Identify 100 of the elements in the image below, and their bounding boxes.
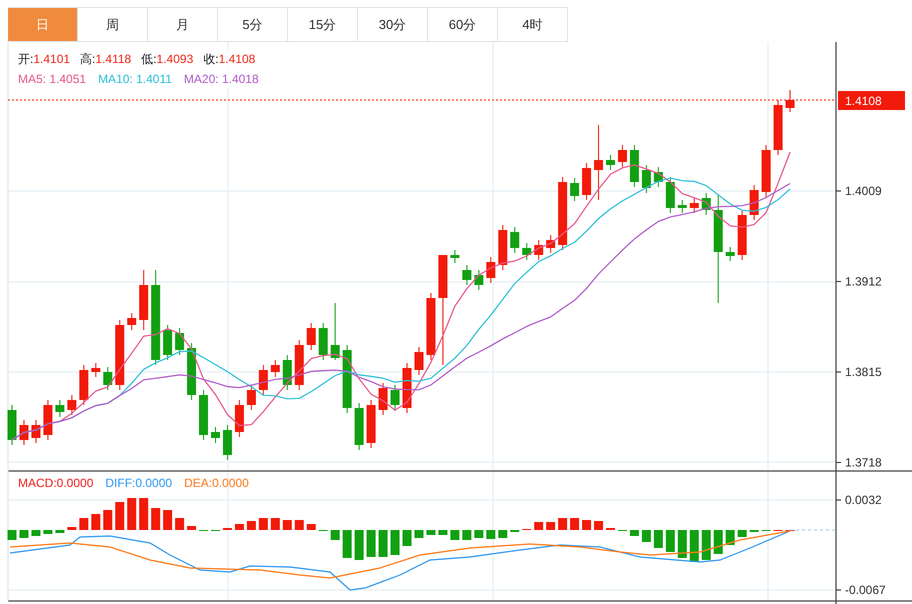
- macd-bar: [330, 530, 340, 540]
- macd-bar: [163, 510, 172, 530]
- candlestick: [294, 340, 304, 390]
- macd-bar: [546, 522, 556, 530]
- macd-bar: [630, 530, 639, 536]
- macd-bar: [534, 522, 544, 530]
- price-axis-label: 1.3912: [845, 274, 882, 288]
- macd-bar: [402, 530, 412, 546]
- macd-bar: [19, 530, 28, 538]
- candlestick: [187, 342, 196, 400]
- macd-bar: [103, 510, 112, 530]
- candlestick: [103, 366, 112, 390]
- macd-bar: [306, 524, 316, 530]
- macd-value: DEA:0.0000: [184, 475, 249, 492]
- candlestick: [211, 426, 220, 444]
- timeframe-tab[interactable]: 30分: [358, 7, 428, 42]
- macd-bar: [450, 530, 460, 540]
- macd-bar: [139, 498, 148, 530]
- candlestick: [750, 184, 759, 220]
- candlestick: [258, 364, 268, 396]
- candlestick: [354, 402, 364, 450]
- macd-axis-label: -0.0067: [845, 583, 886, 597]
- macd-bar: [474, 530, 484, 538]
- macd-bar: [354, 530, 364, 560]
- macd-bar: [594, 521, 604, 530]
- macd-bar: [654, 530, 663, 548]
- macd-bar: [294, 520, 304, 530]
- candlestick: [342, 344, 352, 414]
- macd-bar: [246, 521, 256, 530]
- candlestick: [91, 362, 100, 378]
- candlestick: [582, 162, 592, 200]
- candlestick: [270, 360, 280, 378]
- candlestick: [234, 400, 244, 438]
- macd-bar: [91, 514, 100, 530]
- candlestick: [175, 328, 184, 356]
- moving-average-value: MA10: 1.4011: [98, 71, 172, 88]
- quote-value: 收:1.4108: [203, 51, 256, 68]
- timeframe-tab[interactable]: 4时: [498, 7, 568, 42]
- macd-bar: [258, 518, 268, 530]
- macd-bar: [79, 518, 88, 530]
- price-axis-label: 1.4009: [845, 184, 882, 198]
- price-axis-label: 1.3718: [845, 456, 882, 470]
- macd-bar: [55, 530, 64, 533]
- macd-value: DIFF:0.0000: [105, 475, 172, 492]
- macd-bar: [570, 518, 580, 530]
- candlestick: [450, 250, 460, 264]
- macd-bar: [582, 520, 592, 530]
- macd-bar: [378, 530, 388, 557]
- candlestick: [282, 354, 292, 390]
- candlestick: [139, 270, 148, 330]
- macd-bar: [31, 530, 40, 536]
- quote-value: 低:1.4093: [141, 51, 194, 68]
- macd-bar: [486, 530, 496, 539]
- macd-bar: [390, 530, 400, 555]
- candlestick: [570, 178, 580, 202]
- price-axis-label: 1.3815: [845, 365, 882, 379]
- candlestick: [666, 176, 675, 214]
- candlestick: [630, 144, 639, 188]
- candlestick: [402, 362, 412, 414]
- candlestick: [546, 234, 556, 254]
- candlestick: [366, 400, 376, 448]
- macd-bar: [642, 530, 651, 542]
- candlestick: [246, 384, 256, 410]
- moving-average-value: MA5: 1.4051: [18, 71, 86, 88]
- macd-bar: [67, 527, 76, 530]
- macd-bar: [342, 530, 352, 558]
- candlestick: [199, 390, 208, 440]
- candlestick: [606, 154, 615, 170]
- timeframe-tab[interactable]: 周: [78, 7, 148, 42]
- candlestick: [390, 384, 400, 410]
- quote-value: 高:1.4118: [80, 51, 132, 68]
- candlestick: [414, 346, 424, 376]
- macd-bar: [678, 530, 687, 558]
- macd-bar: [714, 530, 723, 554]
- current-price-label: 1.4108: [845, 94, 882, 108]
- candlestick: [318, 322, 328, 360]
- candlestick: [702, 192, 711, 216]
- candlestick: [306, 322, 316, 350]
- candlestick: [618, 144, 627, 168]
- candlestick: [690, 198, 699, 214]
- candlestick: [330, 302, 340, 360]
- macd-bar: [462, 530, 472, 540]
- timeframe-tab[interactable]: 15分: [288, 7, 358, 42]
- timeframe-tab[interactable]: 月: [148, 7, 218, 42]
- macd-bar: [690, 530, 699, 562]
- candlestick: [654, 166, 663, 188]
- macd-bar: [738, 530, 747, 537]
- macd-bar: [726, 530, 735, 545]
- candlestick: [127, 312, 136, 330]
- candlestick: [486, 256, 496, 284]
- timeframe-tab[interactable]: 5分: [218, 7, 288, 42]
- timeframe-tab[interactable]: 60分: [428, 7, 498, 42]
- macd-bar: [366, 530, 376, 557]
- candlestick: [19, 420, 28, 446]
- candlestick: [726, 246, 735, 262]
- candlestick: [222, 424, 232, 460]
- candlestick: [510, 226, 520, 254]
- macd-bar: [270, 518, 280, 530]
- macd-bar: [558, 518, 568, 530]
- candlestick: [774, 100, 783, 156]
